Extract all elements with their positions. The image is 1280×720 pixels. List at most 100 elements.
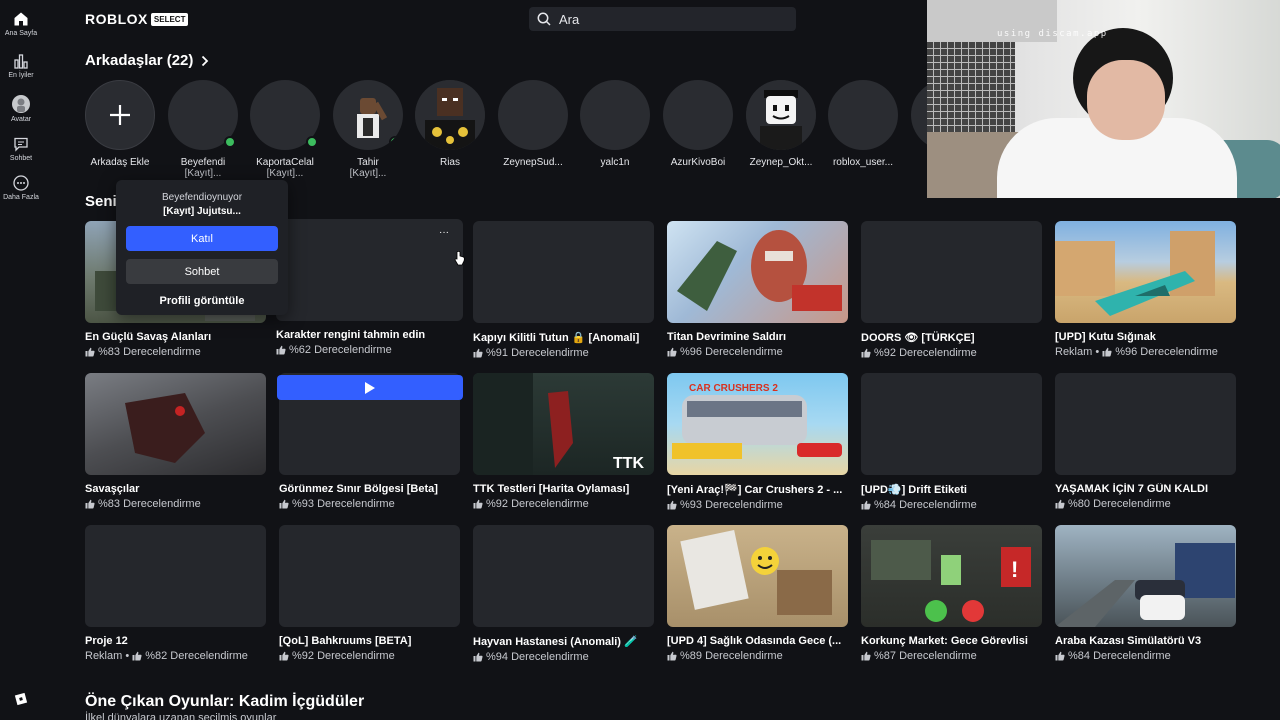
friend-name: Arkadaş Ekle (90, 157, 150, 168)
game-card[interactable]: CAR CRUSHERS 2 [Yeni Araç!🏁] Car Crusher… (667, 373, 848, 511)
game-thumbnail[interactable]: TTK (473, 373, 654, 475)
featured-title[interactable]: Öne Çıkan Oyunlar: Kadim İçgüdüler (85, 693, 364, 711)
search-bar[interactable] (529, 7, 796, 31)
game-card[interactable]: TTK TTK Testleri [Harita Oylaması] %92 D… (473, 373, 654, 510)
game-card[interactable]: YAŞAMAK İÇİN 7 GÜN KALDI %80 Derecelendi… (1055, 373, 1236, 510)
game-thumbnail[interactable]: ! (861, 525, 1042, 627)
game-rating: %92 Derecelendirme (473, 498, 654, 510)
friend-item[interactable]: Rias (415, 80, 485, 168)
ad-label: Reklam • (1055, 346, 1100, 358)
friend-item[interactable]: Beyefendi [Kayıt]... (168, 80, 238, 179)
nav-avatar[interactable]: Avatar (0, 95, 42, 123)
friend-avatar[interactable] (828, 80, 898, 150)
game-thumbnail[interactable] (473, 221, 654, 323)
friend-popup: Beyefendioynuyor [Kayıt] Jujutsu... Katı… (116, 180, 288, 315)
game-title[interactable]: [UPD] Kutu Sığınak (1055, 331, 1236, 343)
svg-text:TTK: TTK (613, 455, 645, 472)
nav-chat[interactable]: Sohbet (0, 136, 42, 162)
game-title[interactable]: TTK Testleri [Harita Oylaması] (473, 483, 654, 495)
friend-avatar[interactable] (746, 80, 816, 150)
game-title[interactable]: Karakter rengini tahmin edin (276, 329, 463, 341)
friend-avatar[interactable] (333, 80, 403, 150)
friend-avatar[interactable] (663, 80, 733, 150)
game-title[interactable]: Savaşçılar (85, 483, 266, 495)
game-card[interactable]: [UPD] Kutu Sığınak Reklam • %96 Derecelen… (1055, 221, 1236, 358)
game-title[interactable]: Görünmez Sınır Bölgesi [Beta] (279, 483, 460, 495)
more-options-icon[interactable]: ··· (435, 228, 453, 241)
popup-game[interactable]: [Kayıt] Jujutsu... (116, 206, 288, 217)
roblox-logo-icon[interactable] (14, 692, 28, 706)
game-thumbnail[interactable] (279, 525, 460, 627)
game-card[interactable]: Hayvan Hastanesi (Anomali) 🧪 %94 Derecel… (473, 525, 654, 663)
game-card[interactable]: Araba Kazası Simülatörü V3 %84 Derecelen… (1055, 525, 1236, 662)
friends-header[interactable]: Arkadaşlar (22) (85, 52, 209, 69)
game-thumbnail[interactable] (85, 373, 266, 475)
nav-home[interactable]: Ana Sayfa (0, 11, 42, 37)
game-thumbnail[interactable] (473, 525, 654, 627)
friend-avatar[interactable] (168, 80, 238, 150)
friend-avatar[interactable] (415, 80, 485, 150)
friend-item[interactable]: U (911, 80, 927, 168)
game-card[interactable]: Titan Devrimine Saldırı %96 Derecelendir… (667, 221, 848, 358)
friend-item[interactable]: roblox_user... (828, 80, 898, 168)
friend-avatar[interactable] (580, 80, 650, 150)
game-thumbnail[interactable]: CAR CRUSHERS 2 (667, 373, 848, 475)
nav-best[interactable]: En İyiler (0, 53, 42, 79)
game-card[interactable]: ! Korkunç Market: Gece Görevlisi %87 Der… (861, 525, 1042, 662)
game-card[interactable]: Kapıyı Kilitli Tutun 🔒 [Anomali] %91 Der… (473, 221, 654, 359)
game-title[interactable]: Araba Kazası Simülatörü V3 (1055, 635, 1236, 647)
add-friend-avatar[interactable] (85, 80, 155, 150)
friend-item[interactable]: Tahir [Kayıt]... (333, 80, 403, 179)
game-card[interactable]: [UPD💨] Drift Etiketi %84 Derecelendirme (861, 373, 1042, 511)
game-title[interactable]: Hayvan Hastanesi (Anomali) 🧪 (473, 635, 654, 648)
game-card[interactable]: Proje 12 Reklam • %82 Derecelendirme (85, 525, 266, 662)
game-title[interactable]: [Yeni Araç!🏁] Car Crushers 2 - ... (667, 483, 848, 496)
game-thumbnail[interactable] (1055, 525, 1236, 627)
game-card[interactable]: Savaşçılar %83 Derecelendirme (85, 373, 266, 510)
game-title[interactable]: Kapıyı Kilitli Tutun 🔒 [Anomali] (473, 331, 654, 344)
game-title[interactable]: Korkunç Market: Gece Görevlisi (861, 635, 1042, 647)
friend-item[interactable]: AzurKivoBoi (663, 80, 733, 168)
game-title[interactable]: YAŞAMAK İÇİN 7 GÜN KALDI (1055, 483, 1236, 495)
thumbnail-art-icon: ! (871, 540, 1031, 622)
rating-text: %87 Derecelendirme (874, 650, 977, 662)
join-button[interactable]: Katıl (126, 226, 278, 251)
game-thumbnail[interactable] (667, 221, 848, 323)
game-title[interactable]: [UPD💨] Drift Etiketi (861, 483, 1042, 496)
game-title[interactable]: DOORS 👁 [TÜRKÇE] (861, 331, 1042, 344)
game-thumbnail[interactable]: ··· (276, 219, 463, 321)
roblox-logo[interactable]: ROBLOX SELECT (85, 11, 189, 27)
game-title[interactable]: [UPD 4] Sağlık Odasında Gece (... (667, 635, 848, 647)
game-rating: %92 Derecelendirme (279, 650, 460, 662)
view-profile-button[interactable]: Profili görüntüle (126, 288, 278, 313)
play-button[interactable] (277, 375, 463, 400)
game-thumbnail[interactable] (861, 221, 1042, 323)
thumbs-up-icon (473, 499, 483, 509)
rating-text: %93 Derecelendirme (680, 499, 783, 511)
game-card[interactable]: DOORS 👁 [TÜRKÇE] %92 Derecelendirme (861, 221, 1042, 359)
game-card[interactable]: [UPD 4] Sağlık Odasında Gece (... %89 De… (667, 525, 848, 662)
friend-item[interactable]: yalc1n (580, 80, 650, 168)
game-thumbnail[interactable] (861, 373, 1042, 475)
game-thumbnail[interactable] (1055, 221, 1236, 323)
game-title[interactable]: Titan Devrimine Saldırı (667, 331, 848, 343)
friend-avatar[interactable] (911, 80, 927, 150)
friend-item[interactable]: Zeynep_Okt... (746, 80, 816, 168)
game-thumbnail[interactable] (1055, 373, 1236, 475)
friend-avatar[interactable] (250, 80, 320, 150)
game-title[interactable]: [QoL] Bahkruums [BETA] (279, 635, 460, 647)
friend-add[interactable]: Arkadaş Ekle (85, 80, 155, 168)
search-input[interactable] (559, 11, 779, 27)
game-title[interactable]: Proje 12 (85, 635, 266, 647)
chat-button[interactable]: Sohbet (126, 259, 278, 284)
game-title[interactable]: En Güçlü Savaş Alanları (85, 331, 266, 343)
avatar-figure-icon (415, 80, 485, 150)
game-card[interactable]: [QoL] Bahkruums [BETA] %92 Derecelendirm… (279, 525, 460, 662)
friend-item[interactable]: KaportaCelal [Kayıt]... (250, 80, 320, 179)
game-card-hovered[interactable]: ··· Karakter rengini tahmin edin %62 Der… (276, 219, 463, 356)
game-thumbnail[interactable] (85, 525, 266, 627)
game-thumbnail[interactable] (667, 525, 848, 627)
friend-item[interactable]: ZeynepSud... (498, 80, 568, 168)
nav-more[interactable]: Daha Fazla (0, 175, 42, 201)
friend-avatar[interactable] (498, 80, 568, 150)
